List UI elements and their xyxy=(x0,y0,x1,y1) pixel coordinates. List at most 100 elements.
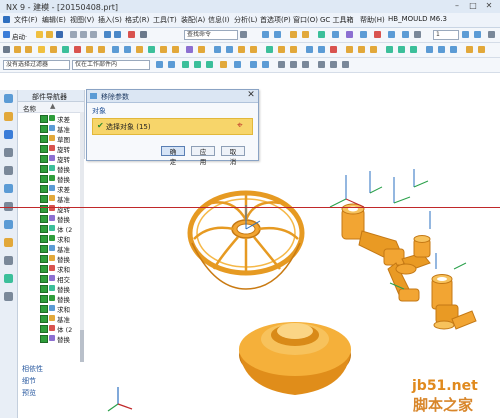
snap-icon[interactable] xyxy=(388,31,395,38)
visibility-checkbox[interactable] xyxy=(40,175,48,183)
unite-icon[interactable] xyxy=(86,46,93,53)
tree-row[interactable]: 求和 xyxy=(18,304,82,314)
delete-face-icon[interactable] xyxy=(358,46,365,53)
trim-body-icon[interactable] xyxy=(160,46,167,53)
menu-help[interactable]: 帮助(H) xyxy=(360,15,385,25)
visibility-checkbox[interactable] xyxy=(40,325,48,333)
visibility-checkbox[interactable] xyxy=(40,115,48,123)
tree-row[interactable]: 基准 xyxy=(18,124,82,134)
snap-intersect-icon[interactable] xyxy=(290,61,297,68)
tree-row[interactable]: 体 (2 xyxy=(18,224,82,234)
reuse-library-icon[interactable] xyxy=(4,148,13,157)
through-curves-icon[interactable] xyxy=(278,46,285,53)
visibility-checkbox[interactable] xyxy=(40,225,48,233)
arc-icon[interactable] xyxy=(410,46,417,53)
view-icon[interactable] xyxy=(262,31,269,38)
cut-icon[interactable] xyxy=(70,31,77,38)
section-icon[interactable] xyxy=(374,31,381,38)
dependencies-panel-link[interactable]: 相依性 xyxy=(22,364,43,374)
web-browser-icon[interactable] xyxy=(4,184,13,193)
select-object-row[interactable]: ✔ 选择对象 (15) ⌖ xyxy=(92,118,253,135)
shaded-icon[interactable] xyxy=(290,31,297,38)
tree-row[interactable]: 求差 xyxy=(18,114,82,124)
trim-icon[interactable] xyxy=(466,46,473,53)
mirror-feature-icon[interactable] xyxy=(198,46,205,53)
menu-gc-toolbox[interactable]: GC 工具箱 xyxy=(320,15,354,25)
crosshair-selection-icon[interactable]: ⌖ xyxy=(237,120,243,131)
tree-row[interactable]: 草图 xyxy=(18,134,82,144)
tree-row[interactable]: 求和 xyxy=(18,234,82,244)
n-sided-icon[interactable] xyxy=(290,46,297,53)
orient-icon[interactable] xyxy=(318,31,325,38)
tree-row[interactable]: 求和 xyxy=(18,264,82,274)
measure-icon[interactable] xyxy=(474,31,481,38)
tree-row[interactable]: 基准 xyxy=(18,194,82,204)
tree-row[interactable]: 求差 xyxy=(18,184,82,194)
tree-row[interactable]: 旋转 xyxy=(18,204,82,214)
mirror-icon[interactable] xyxy=(402,31,409,38)
part-navigator-icon[interactable] xyxy=(4,130,13,139)
render-icon[interactable] xyxy=(346,31,353,38)
menu-analysis[interactable]: 分析(L) xyxy=(234,15,257,25)
boss-icon[interactable] xyxy=(50,46,57,53)
tree-row[interactable]: 基准 xyxy=(18,314,82,324)
menu-assembly[interactable]: 装配(A) xyxy=(181,15,205,25)
details-panel-link[interactable]: 细节 xyxy=(22,376,36,386)
hd3d-tools-icon[interactable] xyxy=(4,166,13,175)
undo-icon[interactable] xyxy=(104,31,111,38)
snap-mid-icon[interactable] xyxy=(194,61,201,68)
linkage-assembly[interactable] xyxy=(341,203,477,330)
roles-icon[interactable] xyxy=(4,274,13,283)
ok-button[interactable]: 确定 xyxy=(161,146,185,166)
zoom-icon[interactable] xyxy=(360,31,367,38)
intersect-icon[interactable] xyxy=(98,46,105,53)
visibility-checkbox[interactable] xyxy=(40,185,48,193)
tree-row[interactable]: 替换 xyxy=(18,254,82,264)
sketch-icon[interactable] xyxy=(3,46,10,53)
cancel-button[interactable]: 取消 xyxy=(221,146,245,166)
start-menu-button[interactable]: 启动· xyxy=(12,31,27,41)
snap-end-icon[interactable] xyxy=(182,61,189,68)
offset-face-icon[interactable] xyxy=(250,46,257,53)
tree-row[interactable]: 相交 xyxy=(18,274,82,284)
visibility-checkbox[interactable] xyxy=(40,245,48,253)
replace-face-icon[interactable] xyxy=(370,46,377,53)
line-icon[interactable] xyxy=(398,46,405,53)
apply-button[interactable]: 应用 xyxy=(191,146,215,166)
visibility-checkbox[interactable] xyxy=(40,315,48,323)
preview-panel-link[interactable]: 预览 xyxy=(22,388,36,398)
remove-params-icon[interactable] xyxy=(330,46,337,53)
select-all-icon[interactable] xyxy=(156,61,163,68)
patch-icon[interactable] xyxy=(318,46,325,53)
tree-row[interactable]: 替换 xyxy=(18,164,82,174)
shell-icon[interactable] xyxy=(136,46,143,53)
menu-insert[interactable]: 插入(S) xyxy=(98,15,122,25)
visibility-checkbox[interactable] xyxy=(40,165,48,173)
sew-icon[interactable] xyxy=(306,46,313,53)
tree-row[interactable]: 替换 xyxy=(18,334,82,344)
tree-row[interactable]: 替换 xyxy=(18,214,82,224)
sweep-icon[interactable] xyxy=(266,46,273,53)
revolve-icon[interactable] xyxy=(25,46,32,53)
point-icon[interactable] xyxy=(426,46,433,53)
delete-icon[interactable] xyxy=(128,31,135,38)
edge-blend-icon[interactable] xyxy=(112,46,119,53)
visibility-checkbox[interactable] xyxy=(40,295,48,303)
maximize-button[interactable]: □ xyxy=(466,1,480,11)
command-finder-icon[interactable] xyxy=(140,31,147,38)
visibility-checkbox[interactable] xyxy=(40,255,48,263)
view-triad[interactable] xyxy=(107,387,133,412)
new-icon[interactable] xyxy=(36,31,43,38)
constraint-navigator-icon[interactable] xyxy=(4,112,13,121)
pattern-icon[interactable] xyxy=(186,46,193,53)
menu-info[interactable]: 信息(I) xyxy=(208,15,230,25)
visibility-checkbox[interactable] xyxy=(40,265,48,273)
snap-pole-icon[interactable] xyxy=(318,61,325,68)
minimize-button[interactable]: – xyxy=(450,1,464,11)
sort-icon[interactable]: ▲ xyxy=(50,102,55,110)
menu-format[interactable]: 格式(R) xyxy=(125,15,149,25)
object-section-header[interactable]: 对象 xyxy=(92,106,106,116)
visibility-checkbox[interactable] xyxy=(40,215,48,223)
deselect-icon[interactable] xyxy=(168,61,175,68)
curve-icon[interactable] xyxy=(386,46,393,53)
